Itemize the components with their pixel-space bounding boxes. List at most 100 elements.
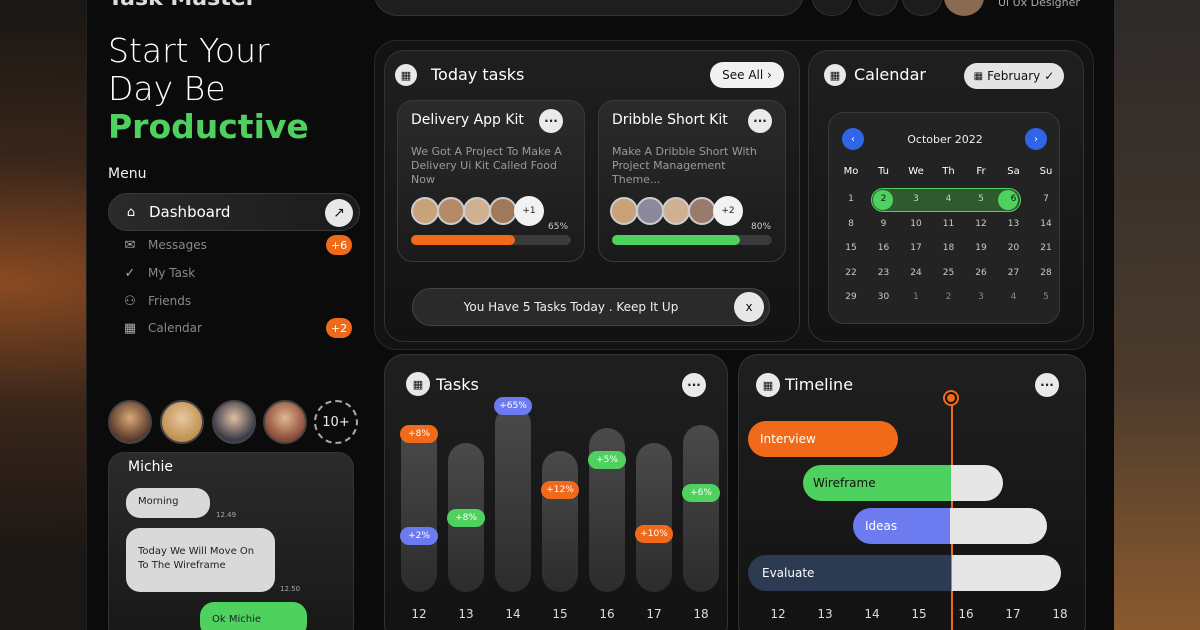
calendar-day[interactable]: 21 [1031, 243, 1061, 253]
calendar-title: Calendar [854, 65, 926, 84]
calendar-day[interactable]: 6 [999, 194, 1029, 204]
hero-line-3: Productive [108, 107, 309, 146]
check-icon: ✓ [124, 265, 136, 281]
member-avatar [662, 197, 690, 225]
calendar-day[interactable]: 25 [934, 268, 964, 278]
calendar-day[interactable]: 27 [999, 268, 1029, 278]
calendar-day[interactable]: 26 [966, 268, 996, 278]
calendar-day[interactable]: 15 [836, 243, 866, 253]
x-tick-label: 12 [411, 607, 427, 621]
calendar-day[interactable]: 16 [869, 243, 899, 253]
more-members[interactable]: 10+ [314, 400, 358, 444]
calendar-day[interactable]: 1 [836, 194, 866, 204]
calendar-day[interactable]: 1 [901, 292, 931, 302]
nav-messages[interactable]: ✉ Messages +6 [108, 231, 360, 259]
calendar-day[interactable]: 17 [901, 243, 931, 253]
calendar-day[interactable]: 20 [999, 243, 1029, 253]
calendar-day[interactable]: 4 [934, 194, 964, 204]
chart-bar[interactable] [495, 406, 531, 592]
calendar-day[interactable]: 24 [901, 268, 931, 278]
timeline-day-label: 17 [1005, 607, 1021, 621]
nav-label: Dashboard [149, 203, 231, 221]
tasks-chart-title: Tasks [436, 375, 479, 394]
extra-members: +1 [514, 196, 544, 226]
calendar-badge: +2 [326, 318, 352, 338]
month-label: October 2022 [907, 133, 983, 146]
member-avatar [411, 197, 439, 225]
member-avatar [636, 197, 664, 225]
progress-track [612, 235, 772, 245]
task-card-description: We Got A Project To Make A Delivery Ui K… [411, 145, 562, 186]
chart-bar[interactable] [401, 424, 437, 592]
calendar-day[interactable]: 2 [934, 292, 964, 302]
calendar-day[interactable]: 28 [1031, 268, 1061, 278]
more-options-icon[interactable]: ··· [1035, 373, 1059, 397]
data-label: +8% [400, 424, 438, 443]
nav-label: Calendar [148, 321, 202, 335]
team-avatar[interactable] [212, 400, 256, 444]
chart-bar[interactable] [683, 424, 719, 592]
calendar-day[interactable]: 8 [836, 219, 866, 229]
calendar-day[interactable]: 23 [869, 268, 899, 278]
chart-bar[interactable] [542, 450, 578, 592]
month-select-button[interactable]: ▦ February ✓ [964, 63, 1064, 89]
day-of-week: Th [942, 166, 955, 177]
search-input[interactable] [374, 0, 804, 16]
calendar-day[interactable]: 22 [836, 268, 866, 278]
calendar-day[interactable]: 3 [966, 292, 996, 302]
timeline-task[interactable]: Wireframe [803, 465, 1003, 501]
calendar-day[interactable]: 19 [966, 243, 996, 253]
see-all-button[interactable]: See All › [710, 62, 784, 88]
calendar-day[interactable]: 5 [1031, 292, 1061, 302]
calendar-day[interactable]: 29 [836, 292, 866, 302]
task-card-description: Make A Dribble Short With Project Manage… [612, 145, 757, 186]
calendar-day[interactable]: 7 [1031, 194, 1061, 204]
data-label: +10% [635, 525, 673, 544]
day-of-week: Sa [1007, 166, 1020, 177]
timeline-task[interactable]: Ideas [853, 508, 1047, 544]
calendar-day[interactable]: 13 [999, 219, 1029, 229]
nav-label: Messages [148, 238, 207, 252]
day-of-week: Mo [843, 166, 859, 177]
calendar-day[interactable]: 10 [901, 219, 931, 229]
close-notice-button[interactable]: x [734, 292, 764, 322]
nav-my-task[interactable]: ✓ My Task [108, 259, 360, 287]
chat-message: Ok Michie [200, 602, 307, 630]
team-avatar[interactable] [263, 400, 307, 444]
calendar-day[interactable]: 4 [999, 292, 1029, 302]
calendar-icon: ▦ [824, 64, 846, 86]
data-label: +12% [541, 480, 579, 499]
task-card-title: Dribble Short Kit [612, 112, 728, 128]
nav-dashboard[interactable]: ⌂ Dashboard ↗ [108, 193, 360, 231]
calendar-day[interactable]: 2 [869, 194, 899, 204]
calendar-day[interactable]: 9 [869, 219, 899, 229]
calendar-day[interactable]: 12 [966, 219, 996, 229]
message-time: 12.49 [216, 511, 237, 519]
prev-month-button[interactable]: ‹ [842, 128, 864, 150]
timeline-task[interactable]: Interview [748, 421, 898, 457]
calendar-day[interactable]: 30 [869, 292, 899, 302]
timeline-task[interactable]: Evaluate [748, 555, 1061, 591]
calendar-day[interactable]: 5 [966, 194, 996, 204]
more-options-icon[interactable]: ··· [682, 373, 706, 397]
users-icon: ⚇ [124, 293, 136, 309]
nav-friends[interactable]: ⚇ Friends [108, 287, 360, 315]
arrow-up-right-icon[interactable]: ↗ [325, 199, 353, 227]
nav-calendar[interactable]: ▦ Calendar +2 [108, 314, 360, 342]
x-tick-label: 13 [458, 607, 474, 621]
calendar-day[interactable]: 18 [934, 243, 964, 253]
more-options-icon[interactable]: ··· [539, 109, 563, 133]
team-avatar[interactable] [160, 400, 204, 444]
app-name: Task Master [108, 0, 257, 11]
calendar-icon: ▦ [395, 64, 417, 86]
chart-bar[interactable] [636, 443, 672, 592]
calendar-day[interactable]: 3 [901, 194, 931, 204]
timeline-task-label: Interview [760, 432, 816, 446]
timeline-day-label: 15 [911, 607, 927, 621]
calendar-day[interactable]: 11 [934, 219, 964, 229]
calendar-day[interactable]: 14 [1031, 219, 1061, 229]
more-options-icon[interactable]: ··· [748, 109, 772, 133]
next-month-button[interactable]: › [1025, 128, 1047, 150]
team-avatar[interactable] [108, 400, 152, 444]
month-select-label: February [987, 69, 1041, 83]
